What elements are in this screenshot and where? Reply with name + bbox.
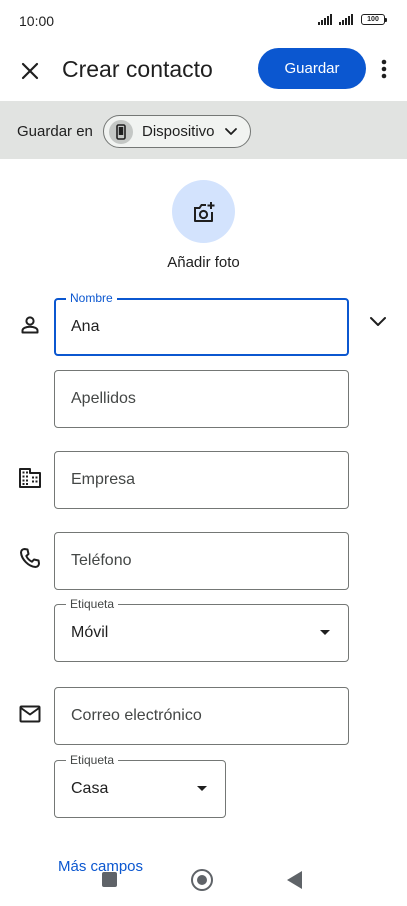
correo-etiqueta-value: Casa [71, 780, 109, 797]
correo-field[interactable]: Correo electrónico [54, 687, 349, 745]
person-icon [21, 316, 39, 334]
add-photo-label: Añadir foto [167, 254, 240, 271]
save-button[interactable]: Guardar [258, 48, 366, 89]
phone-icon [20, 548, 40, 568]
chip-label: Dispositivo [142, 123, 215, 140]
nombre-field[interactable]: Nombre Ana [54, 291, 349, 356]
telefono-placeholder: Teléfono [71, 552, 132, 569]
nombre-value: Ana [71, 318, 100, 335]
telefono-etiqueta-select[interactable]: Etiqueta Móvil [54, 597, 349, 662]
apellidos-placeholder: Apellidos [71, 390, 136, 407]
phone-device-icon [116, 123, 126, 140]
save-location-bar: Guardar en Dispositivo [0, 101, 407, 159]
expand-name-button[interactable] [365, 309, 391, 335]
page-title: Crear contacto [62, 56, 213, 82]
battery-icon: 100 [361, 14, 387, 25]
apellidos-field[interactable]: Apellidos [54, 370, 349, 428]
business-icon [19, 468, 41, 488]
close-button[interactable] [16, 57, 44, 85]
signal-icon [318, 14, 332, 25]
empresa-placeholder: Empresa [71, 471, 136, 488]
close-icon [21, 62, 39, 80]
create-contact-screen: 10:00 100 Crear contacto Guardar Guardar… [0, 0, 407, 906]
telefono-field[interactable]: Teléfono [54, 532, 349, 590]
recents-square-icon[interactable] [102, 872, 117, 887]
correo-etiqueta-select[interactable]: Etiqueta Casa [54, 753, 226, 818]
add-photo-button[interactable] [172, 180, 235, 243]
home-circle-icon[interactable] [191, 869, 213, 891]
signal-icon [339, 14, 353, 25]
more-fields-link[interactable]: Más campos [58, 858, 143, 875]
telefono-etiqueta-value: Móvil [71, 624, 109, 641]
more-options-button[interactable] [374, 56, 394, 84]
status-icons: 100 [318, 14, 387, 25]
chevron-down-icon [224, 127, 237, 135]
add-photo-icon [193, 201, 214, 222]
dropdown-arrow-icon [197, 786, 207, 791]
dropdown-arrow-icon [320, 630, 330, 635]
status-bar: 10:00 100 [0, 0, 407, 42]
nombre-label: Nombre [66, 291, 117, 305]
chevron-down-icon [370, 317, 386, 326]
mail-icon [19, 705, 41, 723]
device-icon-wrap [109, 119, 133, 144]
empresa-field[interactable]: Empresa [54, 451, 349, 509]
top-app-bar: Crear contacto Guardar [0, 42, 407, 100]
status-time: 10:00 [19, 13, 55, 29]
correo-etiqueta-label: Etiqueta [66, 753, 119, 767]
more-vert-icon [381, 59, 387, 79]
save-location-label: Guardar en [17, 123, 93, 140]
back-triangle-icon[interactable] [287, 871, 302, 889]
correo-placeholder: Correo electrónico [71, 707, 202, 724]
save-location-chip[interactable]: Dispositivo [103, 115, 251, 148]
telefono-etiqueta-label: Etiqueta [66, 597, 119, 611]
